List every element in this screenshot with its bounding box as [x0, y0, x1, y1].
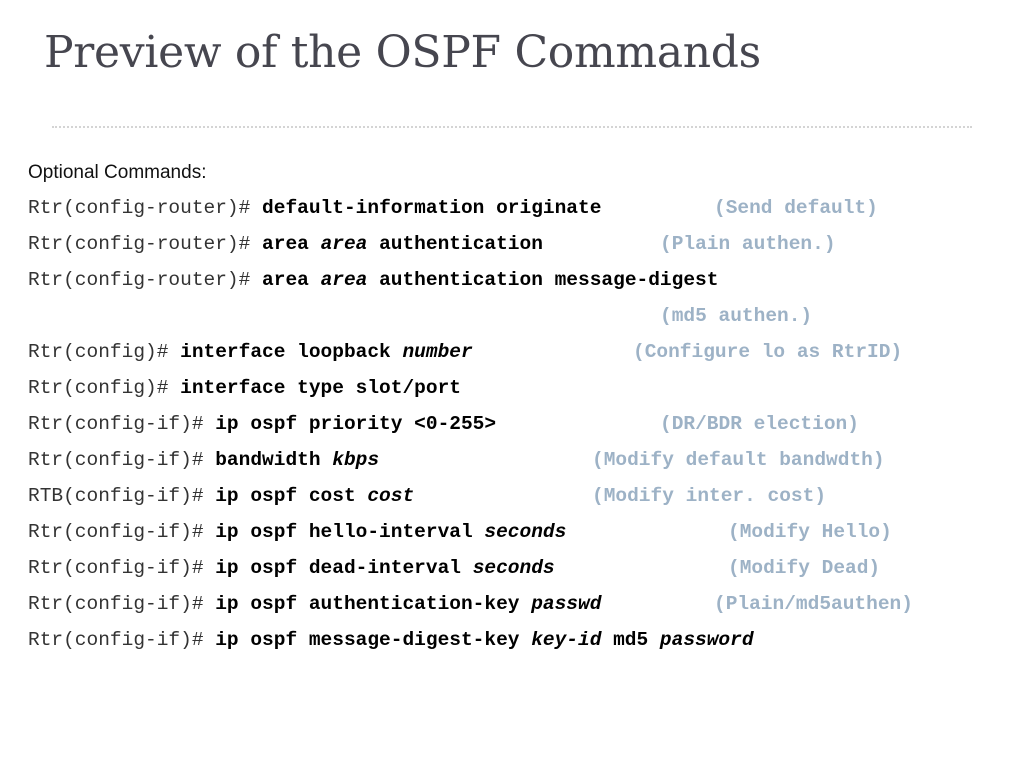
command-prompt: Rtr(config-if)#	[28, 593, 216, 615]
command-comment: (Modify Dead)	[728, 557, 881, 579]
command-keyword: bandwidth	[215, 449, 333, 471]
command-keyword: ip ospf message-digest-key	[215, 629, 532, 651]
command-line: Rtr(config-router)# area area authentica…	[28, 230, 836, 266]
command-argument: kbps	[332, 449, 380, 471]
command-keyword: interface type slot/port	[180, 377, 461, 399]
command-argument: seconds	[484, 521, 567, 543]
command-line: Rtr(config-router)# area area authentica…	[28, 266, 754, 302]
command-comment: (Modify inter. cost)	[592, 485, 827, 507]
command-prompt: Rtr(config-if)#	[28, 413, 216, 435]
command-line: Rtr(config-if)# ip ospf hello-interval s…	[28, 518, 892, 554]
command-line: Rtr(config-if)# ip ospf message-digest-k…	[28, 626, 754, 662]
command-keyword: ip ospf authentication-key	[215, 593, 532, 615]
command-keyword: interface loopback	[180, 341, 403, 363]
title-divider	[52, 126, 972, 128]
command-line: (md5 authen.)	[28, 302, 812, 338]
command-line: Rtr(config-if)# ip ospf authentication-k…	[28, 590, 913, 626]
command-comment: (Plain/md5authen)	[714, 593, 913, 615]
command-prompt: Rtr(config-router)#	[28, 197, 263, 219]
command-comment: (Send default)	[714, 197, 878, 219]
command-comment: (Modify Hello)	[728, 521, 892, 543]
command-line: RTB(config-if)# ip ospf cost cost (Modify…	[28, 482, 826, 518]
command-prompt: Rtr(config-router)#	[28, 269, 263, 291]
command-comment: (Configure lo as RtrID)	[633, 341, 903, 363]
command-prompt: Rtr(config)#	[28, 377, 181, 399]
command-argument: passwd	[531, 593, 602, 615]
command-keyword: ip ospf hello-interval	[215, 521, 485, 543]
command-line: Rtr(config)# interface type slot/port	[28, 374, 754, 410]
command-keyword: area	[262, 233, 321, 255]
command-comment: (Modify default bandwdth)	[592, 449, 885, 471]
command-argument: seconds	[472, 557, 555, 579]
command-line: Rtr(config-if)# ip ospf priority <0-255>…	[28, 410, 859, 446]
command-keyword: ip ospf priority <0-255>	[215, 413, 497, 435]
command-keyword: authentication message-digest	[367, 269, 719, 291]
command-keyword: default-information originate	[262, 197, 602, 219]
command-line: Rtr(config-if)# bandwidth kbps (Modify de…	[28, 446, 885, 482]
command-comment: (DR/BDR election)	[660, 413, 859, 435]
command-line: Rtr(config)# interface loopback number (C…	[28, 338, 902, 374]
command-argument: area	[320, 269, 368, 291]
command-list: Rtr(config-router)# default-information …	[28, 194, 913, 662]
command-keyword: ip ospf dead-interval	[215, 557, 473, 579]
command-keyword: md5	[601, 629, 660, 651]
command-prompt: Rtr(config)#	[28, 341, 181, 363]
command-prompt: Rtr(config-if)#	[28, 629, 216, 651]
command-argument: number	[402, 341, 473, 363]
command-comment: (Plain authen.)	[660, 233, 836, 255]
command-prompt: Rtr(config-if)#	[28, 521, 216, 543]
command-prompt: Rtr(config-if)#	[28, 449, 216, 471]
section-subheading: Optional Commands:	[28, 162, 207, 183]
slide-title: Preview of the OSPF Commands	[44, 27, 761, 78]
command-keyword: area	[262, 269, 321, 291]
command-prompt: Rtr(config-router)#	[28, 233, 263, 255]
command-argument: cost	[367, 485, 415, 507]
command-argument: password	[659, 629, 754, 651]
command-argument: key-id	[531, 629, 602, 651]
command-prompt: Rtr(config-if)#	[28, 557, 216, 579]
command-keyword: ip ospf cost	[215, 485, 368, 507]
command-prompt: RTB(config-if)#	[28, 485, 216, 507]
command-line: Rtr(config-router)# default-information …	[28, 194, 878, 230]
command-keyword: authentication	[367, 233, 543, 255]
command-line: Rtr(config-if)# ip ospf dead-interval se…	[28, 554, 880, 590]
command-comment: (md5 authen.)	[660, 305, 813, 327]
command-argument: area	[320, 233, 368, 255]
